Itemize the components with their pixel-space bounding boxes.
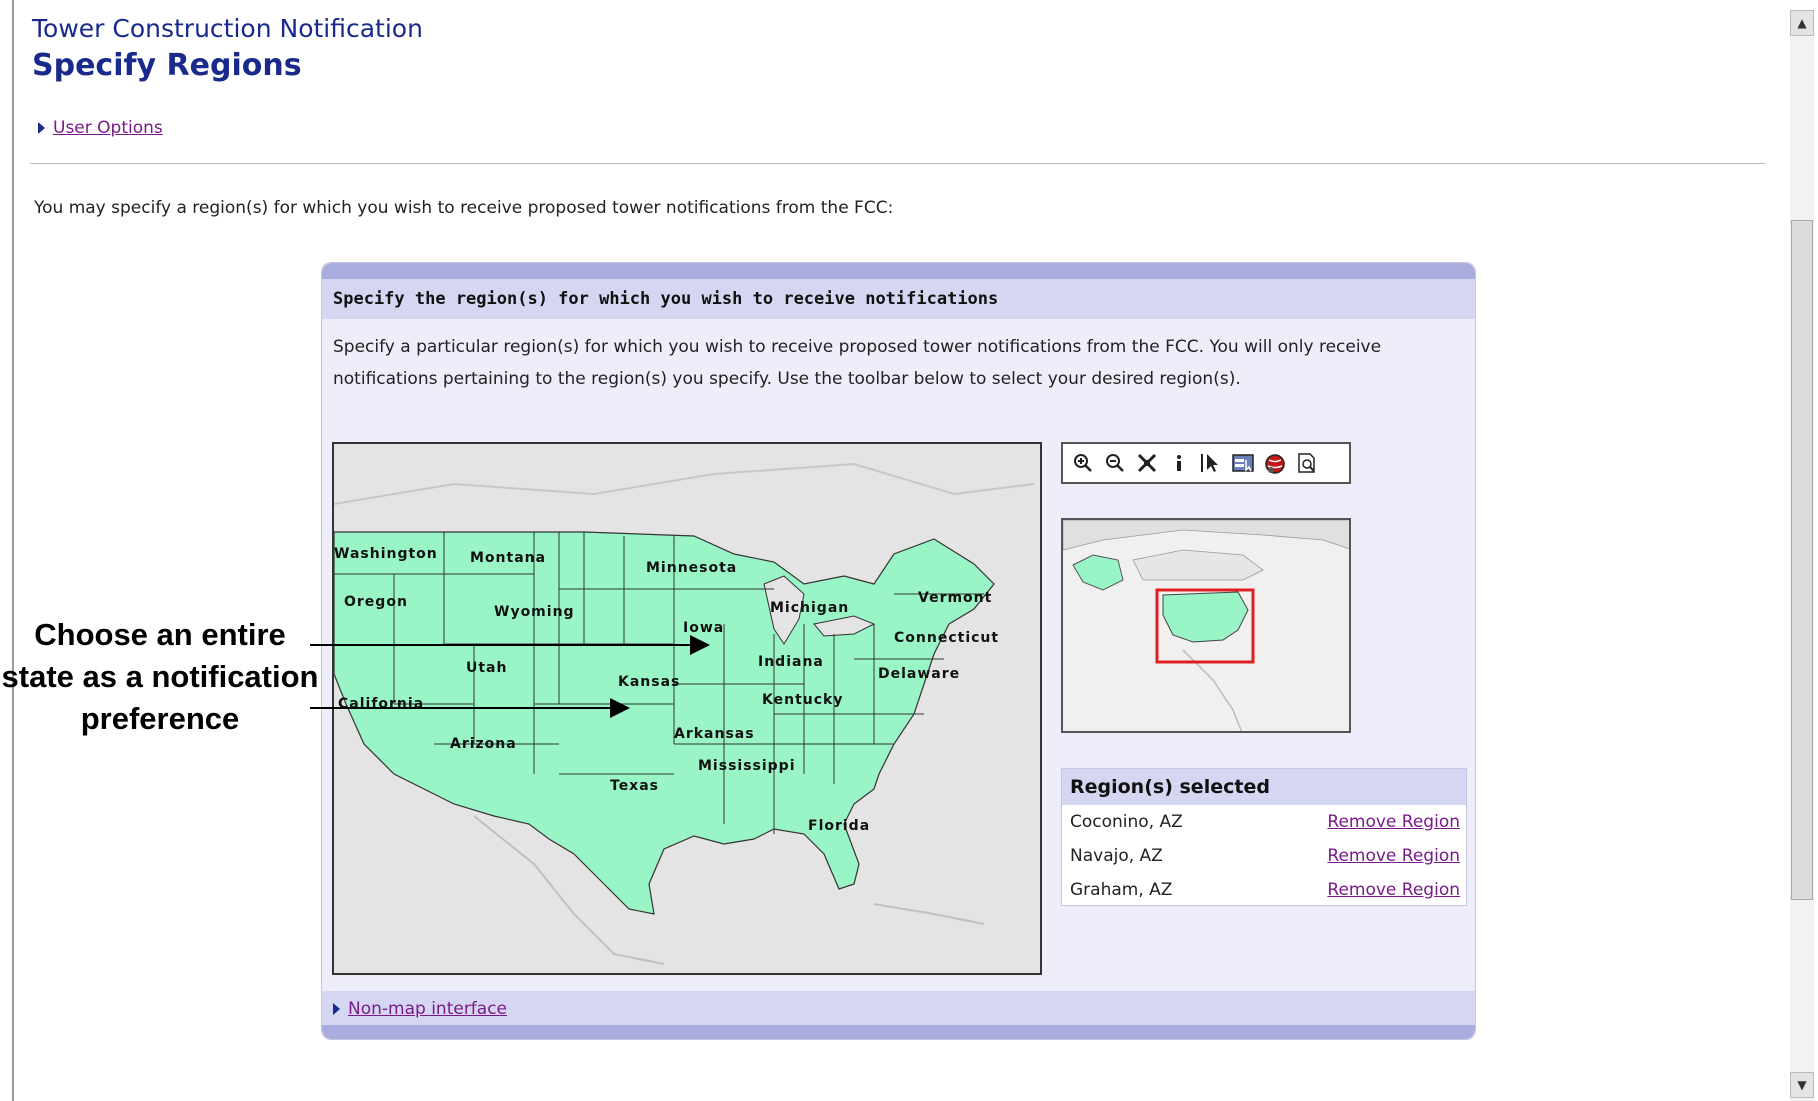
scroll-down-icon[interactable]: ▼: [1790, 1072, 1814, 1098]
print-preview-icon[interactable]: [1293, 449, 1321, 477]
state-label-florida: Florida: [808, 818, 871, 834]
callout-line-3: preference: [80, 701, 240, 736]
panel-title: Specify the region(s) for which you wish…: [322, 279, 1475, 319]
state-label-oregon: Oregon: [344, 594, 408, 610]
remove-region-link[interactable]: Remove Region: [1327, 880, 1460, 900]
scroll-up-icon[interactable]: ▲: [1790, 10, 1814, 36]
state-label-california: California: [338, 696, 425, 712]
page-title: Specify Regions: [32, 48, 302, 83]
state-label-delaware: Delaware: [878, 666, 961, 682]
state-label-montana: Montana: [470, 550, 547, 566]
state-label-wyoming: Wyoming: [494, 604, 575, 620]
panel-top-bar: [322, 263, 1475, 279]
intro-text: You may specify a region(s) for which yo…: [34, 198, 894, 218]
regions-selected-title: Region(s) selected: [1062, 769, 1466, 805]
callout-line-2: state as a notification: [1, 659, 319, 694]
non-map-interface-link[interactable]: Non-map interface: [348, 999, 507, 1019]
state-label-kansas: Kansas: [618, 674, 681, 690]
overview-map[interactable]: [1061, 518, 1351, 733]
triangle-right-icon: [333, 1003, 340, 1015]
panel-footer: Non-map interface: [322, 991, 1475, 1027]
app-title: Tower Construction Notification: [32, 14, 423, 43]
zoom-in-icon[interactable]: [1069, 449, 1097, 477]
state-label-kentucky: Kentucky: [762, 692, 844, 708]
remove-region-link[interactable]: Remove Region: [1327, 812, 1460, 832]
map-toolbar: [1061, 442, 1351, 484]
zoom-out-icon[interactable]: [1101, 449, 1129, 477]
state-label-vermont: Vermont: [918, 590, 993, 606]
globe-icon[interactable]: [1261, 449, 1289, 477]
state-label-mississippi: Mississippi: [698, 758, 796, 774]
scroll-thumb[interactable]: [1791, 220, 1813, 900]
vertical-scrollbar[interactable]: ▲ ▼: [1790, 10, 1814, 1101]
callout-annotation: Choose an entire state as a notification…: [0, 614, 320, 740]
panel-description: Specify a particular region(s) for which…: [333, 337, 1382, 389]
state-label-minnesota: Minnesota: [646, 560, 738, 576]
callout-line-1: Choose an entire: [34, 617, 286, 652]
state-label-indiana: Indiana: [758, 654, 824, 670]
state-label-utah: Utah: [466, 660, 508, 676]
region-name: Graham, AZ: [1070, 880, 1173, 900]
triangle-right-icon: [38, 122, 45, 134]
overview-map-graphic: [1063, 520, 1349, 731]
state-label-arizona: Arizona: [450, 736, 517, 752]
state-label-michigan: Michigan: [770, 600, 850, 616]
state-label-washington: Washington: [334, 546, 438, 562]
region-map[interactable]: Washington Montana Minnesota Oregon Wyom…: [332, 442, 1042, 975]
region-row: Graham, AZ Remove Region: [1062, 873, 1466, 907]
full-extent-icon[interactable]: [1133, 449, 1161, 477]
divider: [30, 163, 1765, 164]
region-row: Navajo, AZ Remove Region: [1062, 839, 1466, 873]
user-options-link[interactable]: User Options: [53, 118, 163, 138]
region-row: Coconino, AZ Remove Region: [1062, 805, 1466, 839]
region-panel: Specify the region(s) for which you wish…: [321, 262, 1476, 1040]
remove-region-link[interactable]: Remove Region: [1327, 846, 1460, 866]
user-options: User Options: [38, 118, 163, 138]
state-label-arkansas: Arkansas: [674, 726, 755, 742]
info-icon[interactable]: [1165, 449, 1193, 477]
identify-box-icon[interactable]: [1229, 449, 1257, 477]
regions-selected-box: Region(s) selected Coconino, AZ Remove R…: [1061, 768, 1467, 906]
state-label-iowa: Iowa: [683, 620, 725, 636]
us-map-graphic: [334, 444, 1040, 973]
select-arrow-icon[interactable]: [1197, 449, 1225, 477]
state-label-connecticut: Connecticut: [894, 630, 1000, 646]
region-name: Navajo, AZ: [1070, 846, 1163, 866]
state-label-texas: Texas: [610, 778, 659, 794]
region-name: Coconino, AZ: [1070, 812, 1183, 832]
panel-bottom-bar: [322, 1025, 1475, 1039]
